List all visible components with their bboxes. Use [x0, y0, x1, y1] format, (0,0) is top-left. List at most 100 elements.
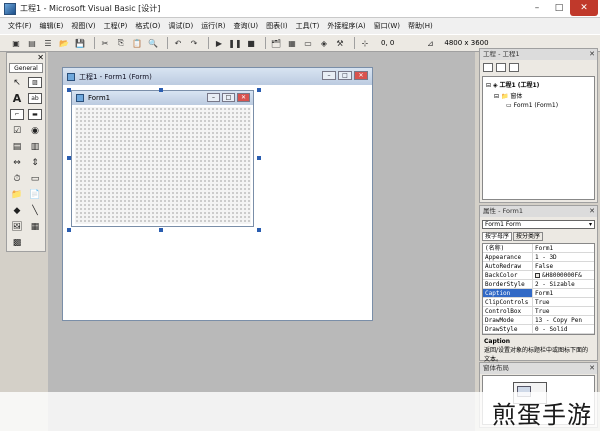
menu-help[interactable]: 帮助(H) [408, 21, 433, 31]
redo-icon[interactable]: ↷ [188, 37, 200, 49]
form1-canvas[interactable]: Form1 – □ ✕ [71, 90, 254, 227]
property-row[interactable]: ClipControls True [483, 298, 594, 307]
property-value[interactable]: Form1 [533, 244, 594, 252]
resize-handle[interactable] [67, 88, 71, 92]
property-row[interactable]: BorderStyle 2 - Sizable [483, 280, 594, 289]
menu-format[interactable]: 格式(O) [135, 21, 160, 31]
property-row[interactable]: ControlBox True [483, 307, 594, 316]
frame-tool-icon[interactable]: ⌐ [10, 109, 24, 120]
tab-categorized[interactable]: 按分类序 [513, 232, 544, 241]
property-value[interactable]: 0 - Solid [533, 325, 594, 333]
open-icon[interactable]: 📂 [58, 37, 70, 49]
dirlistbox-tool-icon[interactable]: 📁 [10, 189, 24, 200]
property-row[interactable]: Appearance 1 - 3D [483, 253, 594, 262]
line-tool-icon[interactable]: ╲ [28, 205, 42, 216]
project-explorer-close-button[interactable]: ✕ [589, 49, 595, 60]
add-form-icon[interactable]: ▤ [26, 37, 38, 49]
view-object-icon[interactable] [496, 62, 506, 72]
object-browser-icon[interactable]: ◈ [318, 37, 330, 49]
tree-node-forms-folder[interactable]: ⊟ 📁 窗体 [486, 91, 591, 100]
form-layout-icon[interactable]: ▭ [302, 37, 314, 49]
stop-icon[interactable]: ■ [245, 37, 257, 49]
tree-node-project[interactable]: ⊟ ◈ 工程1 (工程1) [486, 80, 591, 89]
filelistbox-tool-icon[interactable]: 📄 [28, 189, 42, 200]
optionbutton-tool-icon[interactable]: ◉ [28, 125, 42, 136]
menu-file[interactable]: 文件(F) [8, 21, 32, 31]
add-project-icon[interactable]: ▣ [10, 37, 22, 49]
property-value[interactable]: True [533, 298, 594, 306]
property-row[interactable]: BackColor &H8000000F& [483, 271, 594, 280]
property-row[interactable]: DrawStyle 0 - Solid [483, 325, 594, 334]
timer-tool-icon[interactable]: ⏱ [10, 173, 24, 184]
form1-close-button[interactable]: ✕ [237, 93, 250, 102]
property-value[interactable]: 2 - Sizable [533, 280, 594, 288]
toolbox-close-button[interactable]: ✕ [37, 53, 44, 62]
resize-handle[interactable] [67, 156, 71, 160]
menu-addins[interactable]: 外接程序(A) [327, 21, 365, 31]
pause-icon[interactable]: ❚❚ [228, 37, 241, 49]
property-value[interactable]: False [533, 262, 594, 270]
menu-query[interactable]: 查询(U) [234, 21, 259, 31]
resize-handle[interactable] [257, 156, 261, 160]
form1-design-grid[interactable] [75, 107, 251, 224]
toolbox-tab-general[interactable]: General [9, 63, 43, 73]
property-row[interactable]: AutoRedraw False [483, 262, 594, 271]
menu-diagram[interactable]: 图表(I) [266, 21, 288, 31]
cut-icon[interactable]: ✂ [99, 37, 111, 49]
listbox-tool-icon[interactable]: ▥ [28, 141, 42, 152]
toolbox-icon[interactable]: ⚒ [334, 37, 346, 49]
menu-run[interactable]: 运行(R) [201, 21, 225, 31]
image-tool-icon[interactable]: 🖼 [10, 221, 24, 232]
property-value[interactable]: Form1 [533, 289, 594, 297]
label-tool-icon[interactable]: A [10, 92, 24, 105]
close-button[interactable]: ✕ [570, 0, 598, 16]
properties-window-icon[interactable]: ▦ [286, 37, 298, 49]
menu-tools[interactable]: 工具(T) [296, 21, 320, 31]
designer-maximize-button[interactable]: □ [338, 71, 352, 80]
form1-maximize-button[interactable]: □ [222, 93, 235, 102]
menu-editor-icon[interactable]: ☰ [42, 37, 54, 49]
tree-node-form1[interactable]: ▭ Form1 (Form1) [486, 102, 591, 109]
undo-icon[interactable]: ↶ [172, 37, 184, 49]
commandbutton-tool-icon[interactable]: ▬ [28, 109, 42, 120]
drivelistbox-tool-icon[interactable]: ▭ [28, 173, 42, 184]
form-layout-close-button[interactable]: ✕ [589, 363, 595, 374]
form1-title-bar[interactable]: Form1 – □ ✕ [72, 91, 253, 105]
combobox-tool-icon[interactable]: ▤ [10, 141, 24, 152]
maximize-button[interactable]: □ [548, 0, 570, 16]
property-value[interactable]: 1 - 3D [533, 253, 594, 261]
ole-tool-icon[interactable]: ▩ [10, 237, 24, 248]
vscrollbar-tool-icon[interactable]: ⇕ [28, 157, 42, 168]
copy-icon[interactable]: ⎘ [115, 37, 127, 49]
tab-alphabetic[interactable]: 按字母序 [482, 232, 513, 241]
project-explorer-icon[interactable]: 🗂 [270, 37, 282, 49]
toggle-folders-icon[interactable] [509, 62, 519, 72]
form-designer-window[interactable]: 工程1 - Form1 (Form) – □ ✕ Form1 – □ ✕ [62, 67, 373, 321]
textbox-tool-icon[interactable]: ab [28, 93, 42, 104]
checkbox-tool-icon[interactable]: ☑ [10, 125, 24, 136]
view-code-icon[interactable] [483, 62, 493, 72]
resize-handle[interactable] [67, 228, 71, 232]
minimize-button[interactable]: – [526, 0, 548, 16]
menu-view[interactable]: 视图(V) [71, 21, 95, 31]
resize-handle[interactable] [159, 88, 163, 92]
menu-window[interactable]: 窗口(W) [374, 21, 400, 31]
pointer-tool-icon[interactable]: ↖ [10, 77, 24, 88]
start-icon[interactable]: ▶ [213, 37, 225, 49]
picturebox-tool-icon[interactable]: ▨ [28, 77, 42, 88]
find-icon[interactable]: 🔍 [147, 37, 159, 49]
designer-minimize-button[interactable]: – [322, 71, 336, 80]
data-tool-icon[interactable]: ▦ [28, 221, 42, 232]
designer-close-button[interactable]: ✕ [354, 71, 368, 80]
menu-edit[interactable]: 编辑(E) [40, 21, 64, 31]
resize-handle[interactable] [257, 228, 261, 232]
chevron-down-icon[interactable]: ▾ [589, 221, 592, 229]
properties-close-button[interactable]: ✕ [589, 206, 595, 217]
shape-tool-icon[interactable]: ◆ [10, 205, 24, 216]
save-icon[interactable]: 💾 [74, 37, 86, 49]
resize-handle[interactable] [257, 88, 261, 92]
form1-minimize-button[interactable]: – [207, 93, 220, 102]
property-row[interactable]: DrawMode 13 - Copy Pen [483, 316, 594, 325]
paste-icon[interactable]: 📋 [131, 37, 143, 49]
property-row-selected[interactable]: Caption Form1 [483, 289, 594, 298]
